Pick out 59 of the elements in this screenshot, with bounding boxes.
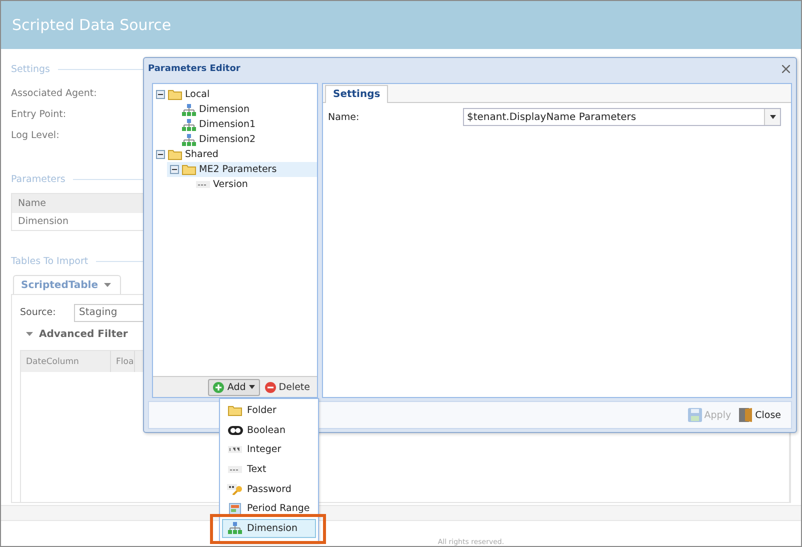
menu-item[interactable]: Password (222, 479, 316, 499)
column-header: Name (18, 198, 46, 209)
page-title: Scripted Data Source (12, 16, 172, 34)
close-icon[interactable] (782, 64, 790, 72)
close-button[interactable]: Close (737, 408, 783, 422)
folder-icon (182, 164, 196, 175)
delete-button[interactable]: Delete (262, 378, 313, 396)
caret-icon (770, 115, 776, 119)
section-heading: Parameters (11, 174, 66, 185)
door-icon (739, 408, 754, 422)
caret-icon[interactable] (26, 332, 33, 336)
dialog-title: Parameters Editor (148, 64, 240, 74)
hierarchy-icon (182, 104, 196, 116)
tree-item[interactable]: Dimension1 (199, 119, 256, 130)
folder-icon (228, 405, 242, 416)
section-heading: Tables To Import (11, 256, 88, 267)
name-dropdown[interactable]: $tenant.DisplayName Parameters (463, 108, 781, 126)
text-field-icon (196, 181, 210, 188)
calendar-icon (229, 502, 241, 515)
menu-item[interactable]: Dimension (222, 518, 316, 538)
floppy-icon (688, 408, 702, 422)
tree-item[interactable]: Local (185, 89, 210, 100)
tree-item[interactable]: Version (213, 179, 248, 190)
key-icon (227, 484, 243, 495)
hierarchy-icon (182, 118, 196, 130)
field-label: Associated Agent: (11, 88, 97, 99)
minus-icon (264, 382, 276, 392)
menu-item[interactable]: Folder (222, 401, 316, 421)
section-heading: Settings (11, 64, 50, 75)
column-header: Floa (111, 351, 135, 372)
menu-item[interactable]: Integer (222, 440, 316, 460)
caret-icon (248, 385, 255, 389)
caret-icon (104, 283, 112, 287)
collapse-icon[interactable] (156, 150, 165, 159)
field-label: Entry Point: (11, 109, 66, 120)
field-label: Source: (20, 307, 57, 318)
tree-item[interactable]: Dimension (199, 104, 250, 115)
section-toggle[interactable]: Advanced Filter (39, 328, 128, 340)
hierarchy-icon (182, 134, 196, 146)
folder-icon (168, 89, 182, 100)
field-label: Log Level: (11, 130, 60, 141)
plus-icon (213, 382, 224, 392)
column-header: DateColumn (21, 351, 111, 372)
toggle-icon (228, 426, 242, 435)
tree-item[interactable]: Shared (185, 149, 218, 160)
collapse-icon[interactable] (156, 90, 165, 99)
text-field-icon (228, 466, 242, 474)
folder-icon (168, 149, 182, 160)
menu-item[interactable]: Period Range (222, 498, 316, 519)
tab[interactable]: Settings (325, 85, 388, 103)
table-cell: Dimension (18, 216, 68, 227)
menu-item[interactable]: Text (222, 460, 316, 480)
number-field-icon (228, 446, 242, 454)
add-button[interactable]: Add (208, 378, 260, 396)
field-label: Name: (328, 112, 360, 122)
hierarchy-icon (228, 522, 242, 534)
menu-item[interactable]: Boolean (222, 420, 316, 440)
collapse-icon[interactable] (170, 165, 179, 174)
tree-item[interactable]: Dimension2 (199, 134, 256, 145)
